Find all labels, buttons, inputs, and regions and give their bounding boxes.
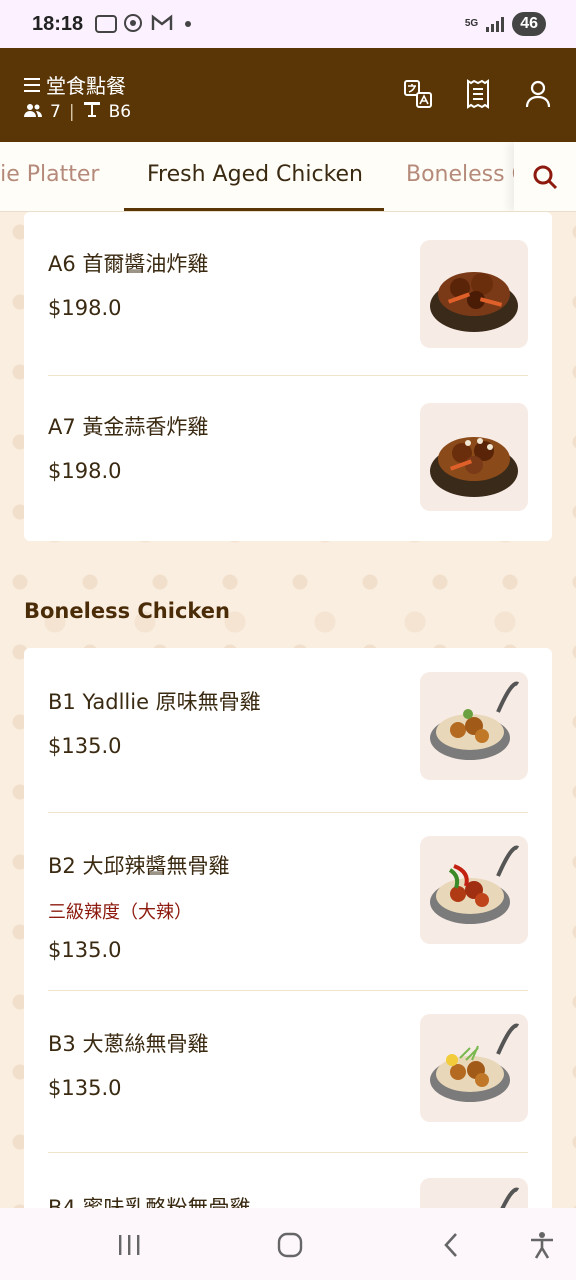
user-icon: [525, 80, 551, 108]
guest-count: 7: [50, 101, 61, 122]
item-price: $135.0: [48, 1076, 122, 1100]
tab-platter[interactable]: lie Platter: [0, 162, 99, 187]
home-icon: [277, 1232, 303, 1258]
search-icon: [533, 165, 558, 190]
list-item[interactable]: B4 蜜味乳酪粉無骨雞: [48, 1178, 528, 1208]
list-item[interactable]: B1 Yadllie 原味無骨雞 $135.0: [48, 672, 528, 780]
account-button[interactable]: [522, 78, 554, 110]
translate-icon: [404, 80, 432, 108]
status-time: 18:18: [32, 12, 84, 35]
menu-toggle[interactable]: 堂食點餐: [24, 70, 126, 99]
menu-icon: [24, 73, 40, 97]
notification-icons: [95, 13, 192, 36]
app-header: 堂食點餐 7 | B6: [0, 48, 576, 142]
screenshot-icon: [95, 15, 118, 33]
table-icon: [83, 100, 101, 123]
table-number: B6: [108, 101, 132, 122]
table-info: 7 | B6: [24, 100, 131, 123]
tab-boneless-chicken[interactable]: Boneless C: [406, 162, 527, 187]
signal-icon: [486, 16, 505, 32]
item-photo: [420, 1178, 528, 1208]
category-tabs: lie Platter Fresh Aged Chicken Boneless …: [0, 142, 576, 212]
section-title: Boneless Chicken: [24, 599, 230, 623]
list-item[interactable]: A7 黃金蒜香炸雞 $198.0: [48, 403, 528, 511]
gmail-icon: [151, 14, 173, 35]
list-item[interactable]: A6 首爾醬油炸雞 $198.0: [48, 240, 528, 348]
battery-level: 46: [512, 12, 546, 36]
back-button[interactable]: [436, 1230, 466, 1260]
divider: [48, 990, 528, 991]
item-photo: [420, 240, 528, 348]
item-photo: [420, 672, 528, 780]
accessibility-icon: [531, 1232, 553, 1259]
item-photo: [420, 403, 528, 511]
menu-card: A6 首爾醬油炸雞 $198.0 A7 黃金蒜香炸雞 $198.0: [24, 212, 552, 541]
home-button[interactable]: [275, 1230, 305, 1260]
translate-button[interactable]: [402, 78, 434, 110]
status-bar: 18:18 5G 46: [0, 0, 576, 48]
hktv-icon: [123, 13, 145, 36]
list-item[interactable]: B2 大邱辣醬無骨雞 三級辣度（大辣） $135.0: [48, 836, 528, 976]
spicy-level: 三級辣度（大辣）: [48, 902, 192, 923]
item-price: $198.0: [48, 459, 122, 483]
item-photo: [420, 1014, 528, 1122]
divider: [48, 1152, 528, 1153]
separator: |: [68, 101, 75, 122]
network-type: 5G: [464, 18, 479, 29]
search-button[interactable]: [514, 142, 576, 211]
item-price: $198.0: [48, 296, 122, 320]
more-notifications-dot: [185, 21, 192, 27]
list-item[interactable]: B3 大蔥絲無骨雞 $135.0: [48, 1014, 528, 1122]
item-price: $135.0: [48, 938, 122, 962]
receipt-icon: [467, 79, 489, 109]
system-nav-bar: [0, 1208, 576, 1280]
item-price: $135.0: [48, 734, 122, 758]
page-title: 堂食點餐: [46, 74, 126, 98]
order-receipt-button[interactable]: [462, 78, 494, 110]
divider: [48, 812, 528, 813]
recent-apps-button[interactable]: [114, 1230, 144, 1260]
people-icon: [24, 102, 42, 122]
menu-card: B1 Yadllie 原味無骨雞 $135.0 B2 大邱辣醬無骨雞 三級辣度（…: [24, 648, 552, 1208]
item-photo: [420, 836, 528, 944]
tab-fresh-aged-chicken[interactable]: Fresh Aged Chicken: [147, 162, 363, 187]
back-icon: [444, 1233, 457, 1257]
divider: [48, 375, 528, 376]
accessibility-button[interactable]: [527, 1230, 557, 1260]
recent-apps-icon: [119, 1235, 140, 1255]
menu-list[interactable]: A6 首爾醬油炸雞 $198.0 A7 黃金蒜香炸雞 $198.0 Bonele…: [0, 212, 576, 1208]
active-tab-indicator: [124, 208, 384, 211]
